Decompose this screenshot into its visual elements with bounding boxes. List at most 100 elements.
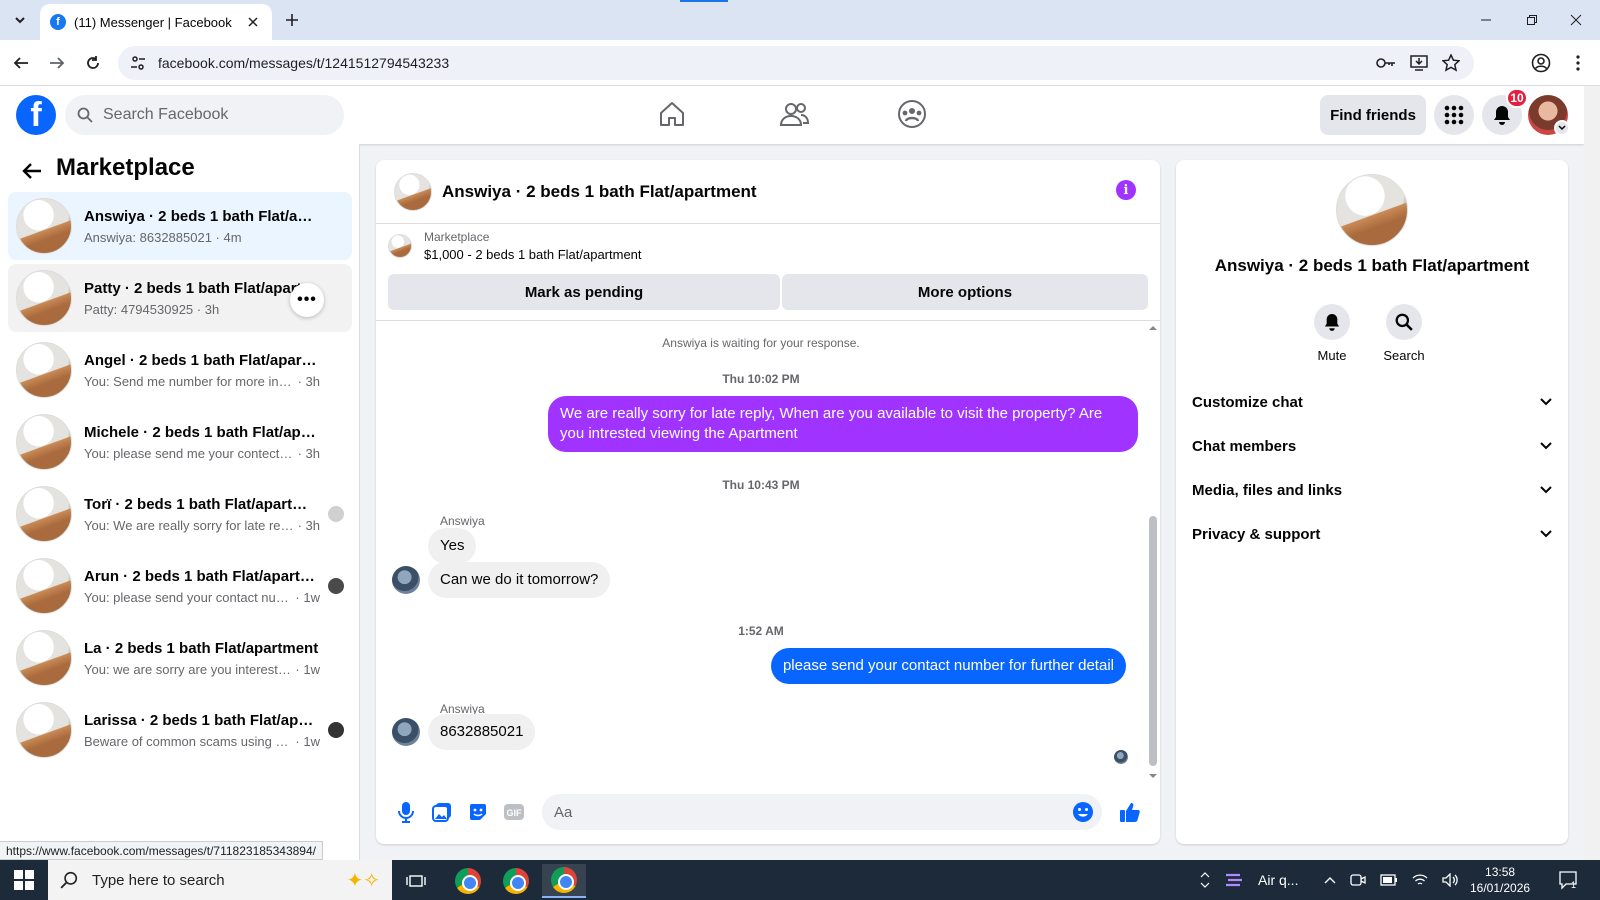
back-arrow-icon[interactable]: [20, 159, 44, 183]
new-tab-icon[interactable]: [282, 10, 302, 30]
more-options-button[interactable]: More options: [782, 274, 1148, 310]
conversation-item[interactable]: Michele · 2 beds 1 bath Flat/apart... Yo…: [8, 408, 352, 476]
close-tab-icon[interactable]: [244, 13, 262, 31]
back-icon[interactable]: [10, 52, 32, 74]
conversation-item[interactable]: La · 2 beds 1 bath Flat/apartment You: w…: [8, 624, 352, 692]
action-center-icon[interactable]: 1: [1558, 870, 1578, 890]
chevron-up-icon[interactable]: [1200, 871, 1210, 889]
section-privacy-support[interactable]: Privacy & support: [1192, 512, 1552, 556]
chat-window: Answiya · 2 beds 1 bath Flat/apartment i…: [376, 160, 1160, 844]
volume-icon[interactable]: [1442, 873, 1460, 887]
close-window-icon[interactable]: [1562, 8, 1590, 32]
action-center-count: 1: [1571, 880, 1576, 890]
section-chat-members[interactable]: Chat members: [1192, 424, 1552, 468]
account-chevron-icon[interactable]: [1554, 120, 1570, 136]
minimize-window-icon[interactable]: [1472, 8, 1500, 32]
conversation-item[interactable]: Patty · 2 beds 1 bath Flat/apartment Pat…: [8, 264, 352, 332]
conversation-profile-image[interactable]: [1336, 174, 1408, 246]
conversation-time: 1w: [303, 661, 320, 677]
photo-attach-icon[interactable]: [424, 794, 460, 830]
listing-thumbnail: [16, 414, 72, 470]
sticker-icon[interactable]: [460, 794, 496, 830]
sender-avatar[interactable]: [392, 566, 420, 594]
address-bar-row: facebook.com/messages/t/1241512794543233: [0, 40, 1600, 86]
conversation-item[interactable]: Arun · 2 beds 1 bath Flat/apartm... You:…: [8, 552, 352, 620]
tab-search-chevron-icon[interactable]: [8, 8, 32, 32]
listing-thumbnail: [16, 486, 72, 542]
conversation-info-icon[interactable]: i: [1116, 180, 1136, 200]
facebook-logo-icon[interactable]: f: [16, 95, 56, 135]
sender-name: Answiya: [440, 514, 485, 528]
conversation-info-panel: Answiya · 2 beds 1 bath Flat/apartment M…: [1176, 160, 1568, 844]
show-hidden-icons[interactable]: [1324, 876, 1336, 884]
battery-icon[interactable]: [1380, 874, 1398, 886]
notification-count-badge: 10: [1506, 88, 1528, 108]
weather-text[interactable]: Air q...: [1258, 872, 1298, 888]
system-clock[interactable]: 13:58 16/01/2026: [1470, 864, 1530, 896]
site-info-icon[interactable]: [130, 55, 146, 71]
chrome-taskbar-icon[interactable]: [446, 864, 490, 898]
conversation-item[interactable]: Answiya · 2 beds 1 bath Flat/apart... An…: [8, 192, 352, 260]
groups-nav-icon[interactable]: [892, 96, 932, 132]
message-input-field[interactable]: [542, 794, 1102, 830]
message-input[interactable]: [554, 803, 1072, 821]
search-in-conversation-button[interactable]: Search: [1374, 304, 1434, 363]
reload-icon[interactable]: [82, 52, 104, 74]
browser-profile-icon[interactable]: [1531, 53, 1551, 73]
browser-menu-icon[interactable]: [1568, 53, 1588, 73]
incoming-message[interactable]: 8632885021: [428, 714, 536, 750]
microphone-icon[interactable]: [388, 794, 424, 830]
bookmark-star-icon[interactable]: [1442, 54, 1460, 72]
section-label: Media, files and links: [1192, 481, 1343, 499]
mark-as-pending-button[interactable]: Mark as pending: [388, 274, 780, 310]
listing-thumbnail: [16, 342, 72, 398]
windows-start-icon[interactable]: [10, 868, 38, 892]
incoming-message[interactable]: Yes: [428, 528, 477, 564]
menu-grid-icon[interactable]: [1434, 95, 1474, 135]
chat-avatar[interactable]: [394, 172, 432, 211]
install-app-icon[interactable]: [1410, 54, 1428, 72]
chrome-taskbar-icon[interactable]: [494, 864, 538, 898]
conversation-item[interactable]: Torï · 2 beds 1 bath Flat/apartme... You…: [8, 480, 352, 548]
meet-now-icon[interactable]: [1350, 873, 1367, 887]
taskbar-search-box[interactable]: Type here to search ✦✧: [48, 860, 392, 900]
clock-date: 16/01/2026: [1470, 881, 1531, 895]
sender-avatar[interactable]: [392, 718, 420, 746]
conversation-preview: You: we are sorry are you interested n..…: [84, 661, 292, 677]
facebook-search-input[interactable]: [103, 106, 313, 124]
incoming-message[interactable]: Can we do it tomorrow?: [428, 562, 611, 598]
conversation-options-icon[interactable]: •••: [290, 283, 324, 317]
read-receipt-avatar: [1114, 750, 1128, 764]
waiting-notice: Answiya is waiting for your response.: [662, 336, 860, 350]
listing-summary[interactable]: Marketplace $1,000 - 2 beds 1 bath Flat/…: [388, 230, 642, 262]
task-view-icon[interactable]: [394, 864, 438, 898]
chrome-taskbar-icon-active[interactable]: [542, 864, 586, 898]
mute-button[interactable]: Mute: [1302, 304, 1362, 363]
gif-icon[interactable]: GIF: [496, 794, 532, 830]
conversation-time: 4m: [223, 229, 242, 245]
friends-nav-icon[interactable]: [774, 96, 814, 132]
find-friends-button[interactable]: Find friends: [1320, 95, 1426, 135]
password-key-icon[interactable]: [1376, 54, 1396, 72]
outgoing-message[interactable]: We are really sorry for late reply, When…: [548, 396, 1138, 452]
wifi-icon[interactable]: [1412, 873, 1428, 887]
url-text[interactable]: facebook.com/messages/t/1241512794543233: [158, 55, 449, 71]
emoji-icon[interactable]: [1072, 801, 1094, 823]
outgoing-message[interactable]: please send your contact number for furt…: [770, 648, 1126, 684]
conversation-item[interactable]: Angel · 2 beds 1 bath Flat/apartme... Yo…: [8, 336, 352, 404]
chat-title[interactable]: Answiya · 2 beds 1 bath Flat/apartment: [442, 182, 757, 202]
section-media-files-links[interactable]: Media, files and links: [1192, 468, 1552, 512]
chat-scrollbar-thumb[interactable]: [1149, 516, 1157, 766]
facebook-search[interactable]: [65, 95, 344, 135]
browser-tab[interactable]: f (11) Messenger | Facebook: [40, 4, 272, 40]
conversation-name: Answiya · 2 beds 1 bath Flat/apart...: [84, 207, 320, 225]
home-nav-icon[interactable]: [652, 96, 692, 132]
section-customize-chat[interactable]: Customize chat: [1192, 380, 1552, 424]
air-quality-icon[interactable]: [1224, 871, 1244, 889]
forward-icon[interactable]: [46, 52, 68, 74]
restore-window-icon[interactable]: [1518, 8, 1546, 32]
page-scrollbar[interactable]: [1584, 86, 1600, 860]
omnibox[interactable]: facebook.com/messages/t/1241512794543233: [118, 46, 1474, 80]
thumbs-up-icon[interactable]: [1112, 794, 1148, 830]
conversation-item[interactable]: Larissa · 2 beds 1 bath Flat/apart... Be…: [8, 696, 352, 764]
